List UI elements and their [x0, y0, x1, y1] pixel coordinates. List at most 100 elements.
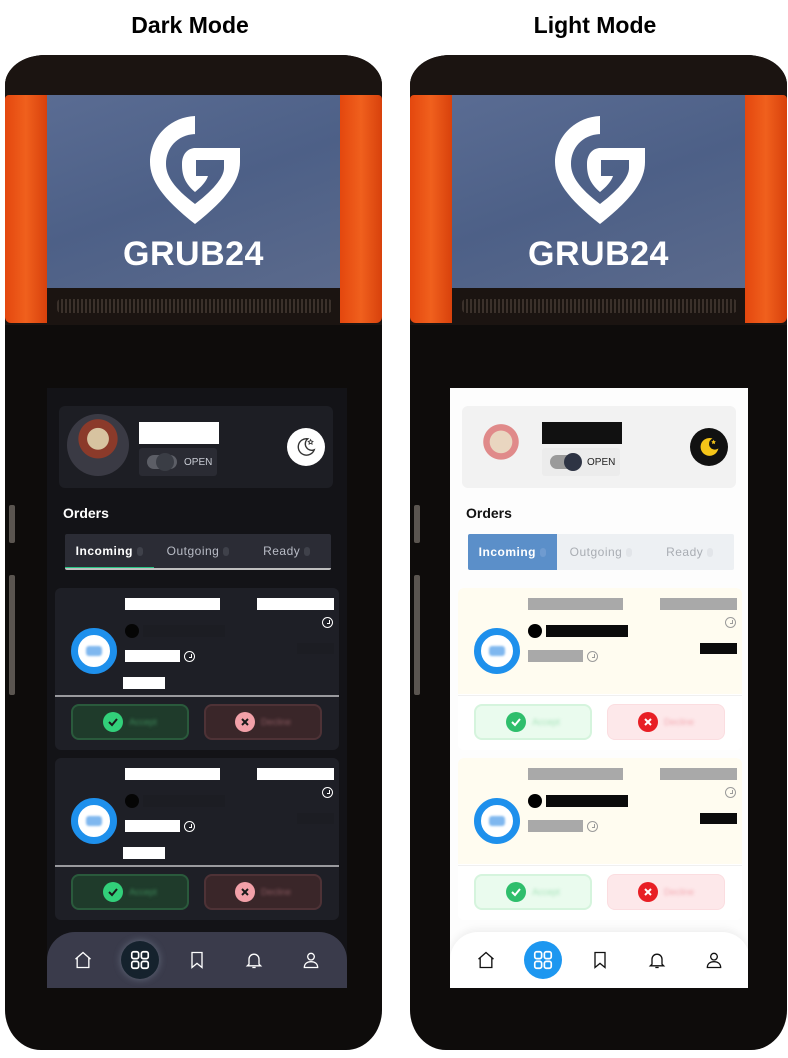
order-card[interactable]: Accept Decline: [55, 588, 339, 750]
store-avatar[interactable]: [470, 414, 532, 476]
theme-toggle-button[interactable]: [690, 428, 728, 466]
accept-order-button[interactable]: Accept: [71, 874, 189, 910]
store-name-redacted: [139, 422, 219, 444]
nav-notifications[interactable]: [638, 941, 676, 979]
bell-icon: [648, 953, 666, 969]
tab-count-badge: [137, 546, 143, 556]
tab-outgoing[interactable]: Outgoing: [557, 534, 646, 570]
tab-label: Outgoing: [166, 544, 220, 558]
customer-name-redacted: [125, 768, 220, 780]
customer-name-redacted: [528, 768, 623, 780]
decline-order-button[interactable]: Decline: [607, 874, 725, 910]
order-time-redacted: [257, 768, 334, 780]
check-circle-icon: [506, 882, 527, 902]
address-redacted: [143, 795, 225, 807]
device-bumper-right: [745, 95, 787, 323]
check-circle-icon: [103, 712, 124, 732]
orders-heading: Orders: [466, 505, 512, 521]
brand-name: GRUB24: [123, 235, 264, 273]
tab-incoming[interactable]: Incoming: [65, 534, 154, 568]
clock-icon: [322, 787, 333, 798]
nav-profile[interactable]: [292, 941, 330, 979]
store-status-label: OPEN: [184, 456, 213, 468]
clock-icon: [587, 651, 598, 662]
side-button[interactable]: [414, 505, 420, 543]
order-card[interactable]: Accept Decline: [55, 758, 339, 920]
tab-label: Ready: [263, 544, 301, 558]
x-circle-icon: [234, 712, 255, 732]
volume-button[interactable]: [9, 575, 15, 695]
accept-label: Accept: [129, 717, 157, 727]
location-dot-icon: [125, 794, 139, 808]
decline-order-button[interactable]: Decline: [607, 704, 725, 740]
check-circle-icon: [103, 882, 124, 902]
order-tabs: Incoming Outgoing Ready: [468, 534, 734, 570]
decline-label: Decline: [260, 717, 291, 727]
order-id-redacted: [123, 677, 165, 689]
x-circle-icon: [234, 882, 255, 902]
grid-icon: [131, 950, 150, 970]
volume-button[interactable]: [414, 575, 420, 695]
bookmark-icon: [594, 951, 606, 969]
accept-order-button[interactable]: Accept: [71, 704, 189, 740]
nav-saved[interactable]: [581, 941, 619, 979]
order-id-redacted: [526, 677, 568, 689]
nav-saved[interactable]: [178, 941, 216, 979]
user-icon: [706, 952, 721, 969]
decline-label: Decline: [663, 887, 694, 897]
toggle-switch[interactable]: [550, 453, 582, 471]
address-redacted: [143, 625, 225, 637]
tab-label: Incoming: [478, 545, 536, 559]
moon-stars-icon: [700, 438, 719, 456]
decline-order-button[interactable]: Decline: [204, 704, 322, 740]
nav-profile[interactable]: [695, 941, 733, 979]
nav-orders[interactable]: [524, 941, 563, 979]
tab-ready[interactable]: Ready: [242, 534, 331, 568]
accept-label: Accept: [532, 887, 560, 897]
toggle-switch[interactable]: [147, 453, 177, 471]
store-open-toggle[interactable]: OPEN: [542, 448, 620, 476]
nav-home[interactable]: [467, 941, 505, 979]
card-divider: [458, 865, 742, 866]
order-details: [458, 588, 742, 694]
tab-label: Ready: [666, 545, 704, 559]
tab-count-badge: [707, 547, 714, 557]
order-total-redacted: [700, 813, 737, 824]
decline-order-button[interactable]: Decline: [204, 874, 322, 910]
tab-outgoing[interactable]: Outgoing: [154, 534, 243, 568]
eta-redacted: [528, 650, 583, 662]
eta-redacted: [125, 820, 180, 832]
store-profile-card: OPEN: [462, 406, 736, 488]
bottom-nav: [450, 932, 748, 988]
nav-orders[interactable]: [121, 941, 160, 979]
tab-label: Incoming: [75, 544, 133, 558]
eta-redacted: [125, 650, 180, 662]
accept-label: Accept: [129, 887, 157, 897]
order-source-icon: [474, 628, 520, 674]
theme-toggle-button[interactable]: [287, 428, 325, 466]
printer-slot: [57, 299, 332, 313]
order-card[interactable]: Accept Decline: [458, 758, 742, 920]
store-avatar[interactable]: [67, 414, 129, 476]
accept-order-button[interactable]: Accept: [474, 874, 592, 910]
device-bumper-left: [5, 95, 47, 323]
nav-notifications[interactable]: [235, 941, 273, 979]
orders-heading: Orders: [63, 505, 109, 521]
order-total-redacted: [297, 813, 334, 824]
clock-icon: [725, 617, 736, 628]
store-open-toggle[interactable]: OPEN: [139, 448, 217, 476]
nav-home[interactable]: [64, 941, 102, 979]
card-divider: [458, 695, 742, 696]
tab-incoming[interactable]: Incoming: [468, 534, 557, 570]
x-circle-icon: [637, 882, 658, 902]
side-button[interactable]: [9, 505, 15, 543]
tab-label: Outgoing: [569, 545, 623, 559]
dark-mode-title: Dark Mode: [131, 12, 249, 38]
accept-order-button[interactable]: Accept: [474, 704, 592, 740]
tab-ready[interactable]: Ready: [645, 534, 734, 570]
location-dot-icon: [125, 624, 139, 638]
order-card[interactable]: Accept Decline: [458, 588, 742, 750]
clock-icon: [322, 617, 333, 628]
store-status-label: OPEN: [587, 456, 616, 468]
store-profile-card: OPEN: [59, 406, 333, 488]
